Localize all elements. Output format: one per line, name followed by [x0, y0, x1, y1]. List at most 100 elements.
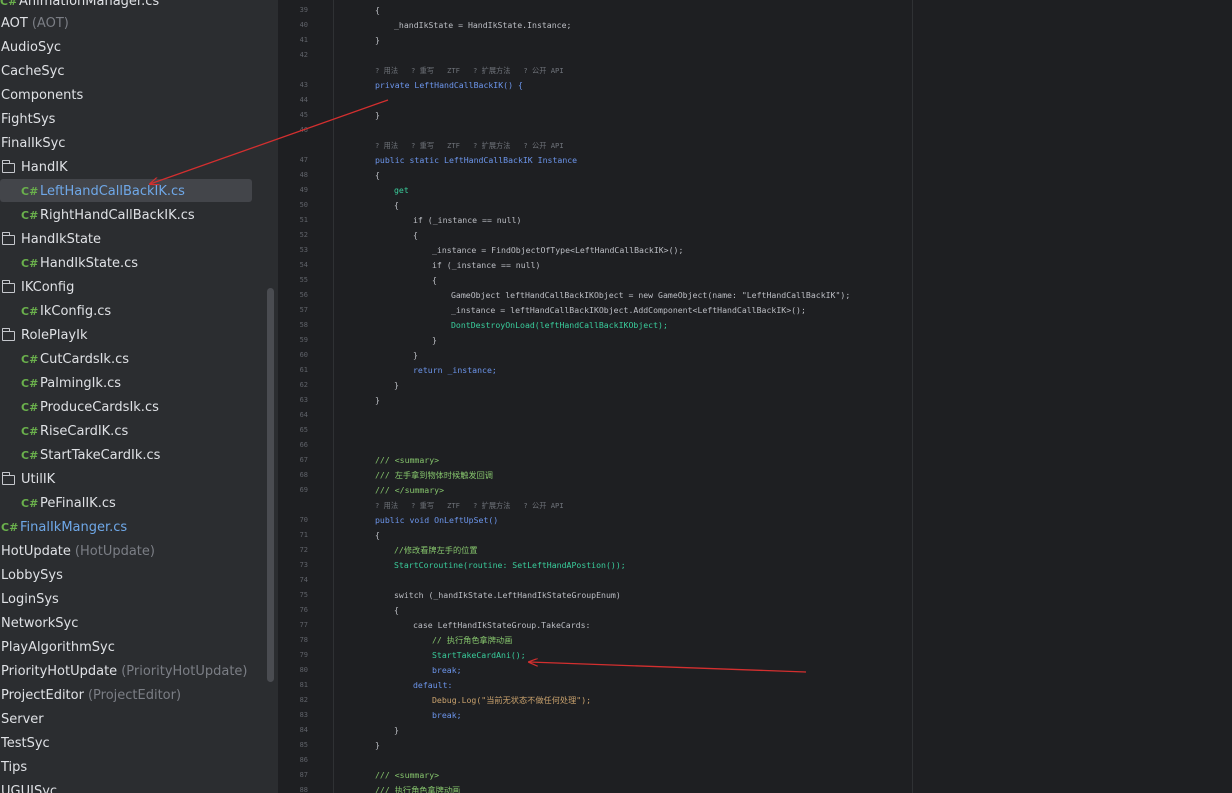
- line-number: 77: [299, 621, 308, 629]
- tree-item-label: Server: [1, 711, 44, 727]
- code-lens[interactable]: ? 用法 ? 重写 ZTF ? 扩展方法 ? 公开 API: [278, 138, 1232, 153]
- tree-item-label: PriorityHotUpdate: [1, 663, 118, 679]
- tree-item-handikstate-file[interactable]: C# HandIkState.cs: [0, 251, 278, 275]
- assembly-hint: (AOT): [31, 15, 69, 31]
- line-number: 79: [299, 651, 308, 659]
- tree-item-label: FinalIkSyc: [1, 135, 66, 151]
- tree-item-label: NetworkSyc: [1, 615, 79, 631]
- tree-item-label: CutCardsIk.cs: [40, 351, 130, 367]
- code-text: }: [375, 740, 380, 750]
- folder-icon: [1, 471, 15, 485]
- code-text: GameObject leftHandCallBackIKObject = ne…: [451, 290, 851, 300]
- line-number: 58: [299, 321, 308, 329]
- code-line: 59}: [278, 333, 1232, 348]
- tree-item-finalikmanger[interactable]: C# FinalIkManger.cs: [0, 515, 278, 539]
- line-number: 87: [299, 771, 308, 779]
- tree-item-finaliksyc[interactable]: FinalIkSyc: [0, 131, 278, 155]
- code-line: 68 /// 左手拿到物体时候触发回调: [278, 468, 1232, 483]
- tree-item-handikstate-folder[interactable]: HandIkState: [0, 227, 278, 251]
- tree-item-playalgorithmsyc[interactable]: PlayAlgorithmSyc: [0, 635, 278, 659]
- tree-item-cutcardsik[interactable]: C# CutCardsIk.cs: [0, 347, 278, 371]
- tree-item-roleplayik[interactable]: RolePlayIk: [0, 323, 278, 347]
- tree-item-tips[interactable]: Tips: [0, 755, 278, 779]
- code-line: 44: [278, 93, 1232, 108]
- tree-item-fightsys[interactable]: FightSys: [0, 107, 278, 131]
- tree-item-label: HotUpdate: [1, 543, 71, 559]
- tree-item-lobbysys[interactable]: LobbySys: [0, 563, 278, 587]
- tree-item-righthandcallbackik[interactable]: C# RightHandCallBackIK.cs: [0, 203, 278, 227]
- tree-scrollbar[interactable]: [267, 288, 274, 682]
- code-line: 49 get: [278, 183, 1232, 198]
- code-line: 74: [278, 573, 1232, 588]
- tree-item-label: AudioSyc: [1, 39, 62, 55]
- tree-item-ikconfig-file[interactable]: C# IkConfig.cs: [0, 299, 278, 323]
- code-lens-hints[interactable]: ? 用法 ? 重写 ZTF ? 扩展方法 ? 公开 API: [375, 138, 564, 153]
- tree-item-testsyc[interactable]: TestSyc: [0, 731, 278, 755]
- code-text: if (_instance == null): [432, 260, 541, 270]
- code-line: 43 private LeftHandCallBackIK() {: [278, 78, 1232, 93]
- tree-item-lefthandcallbackik[interactable]: C# LeftHandCallBackIK.cs: [0, 179, 278, 203]
- tree-item-label: Components: [1, 87, 84, 103]
- tree-item-label: HandIkState: [21, 231, 102, 247]
- code-text: //修改看牌左手的位置: [394, 545, 478, 555]
- csharp-file-icon: C#: [21, 496, 39, 510]
- line-number: 64: [299, 411, 308, 419]
- line-number: 86: [299, 756, 308, 764]
- project-explorer: C# AnimationManager.cs AOT (AOT) AudioSyc …: [0, 0, 278, 793]
- tree-item-risecardik[interactable]: C# RiseCardIK.cs: [0, 419, 278, 443]
- line-number: 66: [299, 441, 308, 449]
- code-text: _handIkState = HandIkState.Instance;: [394, 20, 572, 30]
- code-text: Debug.Log("当前无状态不做任何处理");: [432, 695, 592, 705]
- code-text: }: [375, 395, 380, 405]
- tree-item-components[interactable]: Components: [0, 83, 278, 107]
- code-text: }: [375, 35, 380, 45]
- line-number: 65: [299, 426, 308, 434]
- tree-item-label: PeFinalIK.cs: [40, 495, 116, 511]
- code-text: /// <summary>: [375, 455, 440, 465]
- code-text: }: [432, 335, 437, 345]
- code-line: 60}: [278, 348, 1232, 363]
- line-number: 56: [299, 291, 308, 299]
- tree-item-label: IKConfig: [21, 279, 75, 295]
- csharp-file-icon: C#: [21, 208, 39, 222]
- code-lens[interactable]: ? 用法 ? 重写 ZTF ? 扩展方法 ? 公开 API: [278, 498, 1232, 513]
- tree-item-producecardsik[interactable]: C# ProduceCardsIk.cs: [0, 395, 278, 419]
- code-editor[interactable]: 39 { 40 _handIkState = HandIkState.Instanc…: [278, 0, 1232, 793]
- tree-item-cachesyc[interactable]: CacheSyc: [0, 59, 278, 83]
- code-line: 82 Debug.Log("当前无状态不做任何处理");: [278, 693, 1232, 708]
- line-number: 63: [299, 396, 308, 404]
- line-number: 70: [299, 516, 308, 524]
- tree-item-palmingik[interactable]: C# PalmingIk.cs: [0, 371, 278, 395]
- code-line: 42: [278, 48, 1232, 63]
- tree-item-pefinalik[interactable]: C# PeFinalIK.cs: [0, 491, 278, 515]
- code-line: 84}: [278, 723, 1232, 738]
- tree-item-priorityhotupdate[interactable]: PriorityHotUpdate (PriorityHotUpdate): [0, 659, 278, 683]
- line-number: 46: [299, 126, 308, 134]
- code-text: }: [394, 725, 399, 735]
- tree-item-loginsys[interactable]: LoginSys: [0, 587, 278, 611]
- tree-item-utilik[interactable]: UtilIK: [0, 467, 278, 491]
- tree-item-server[interactable]: Server: [0, 707, 278, 731]
- line-number: 88: [299, 786, 308, 793]
- tree-item-ikconfig-folder[interactable]: IKConfig: [0, 275, 278, 299]
- csharp-file-icon: C#: [21, 424, 39, 438]
- code-lens[interactable]: ? 用法 ? 重写 ZTF ? 扩展方法 ? 公开 API: [278, 63, 1232, 78]
- line-number: 41: [299, 36, 308, 44]
- line-number: 40: [299, 21, 308, 29]
- tree-item-hotupdate[interactable]: HotUpdate (HotUpdate): [0, 539, 278, 563]
- tree-item-projecteditor[interactable]: ProjectEditor (ProjectEditor): [0, 683, 278, 707]
- tree-item-aot[interactable]: AOT (AOT): [0, 11, 278, 35]
- code-lens-hints[interactable]: ? 用法 ? 重写 ZTF ? 扩展方法 ? 公开 API: [375, 63, 564, 78]
- line-number: 85: [299, 741, 308, 749]
- tree-item-networksyc[interactable]: NetworkSyc: [0, 611, 278, 635]
- tree-item-uguisyc[interactable]: UGUISyc: [0, 779, 278, 793]
- tree-item-handik[interactable]: HandIK: [0, 155, 278, 179]
- line-number: 83: [299, 711, 308, 719]
- tree-item-label: ProduceCardsIk.cs: [40, 399, 159, 415]
- code-lens-hints[interactable]: ? 用法 ? 重写 ZTF ? 扩展方法 ? 公开 API: [375, 498, 564, 513]
- line-number: 68: [299, 471, 308, 479]
- code-text: /// <summary>: [375, 770, 440, 780]
- tree-item-starttakecardik[interactable]: C# StartTakeCardIk.cs: [0, 443, 278, 467]
- tree-item-audiosyc[interactable]: AudioSyc: [0, 35, 278, 59]
- tree-item-label: LoginSys: [1, 591, 59, 607]
